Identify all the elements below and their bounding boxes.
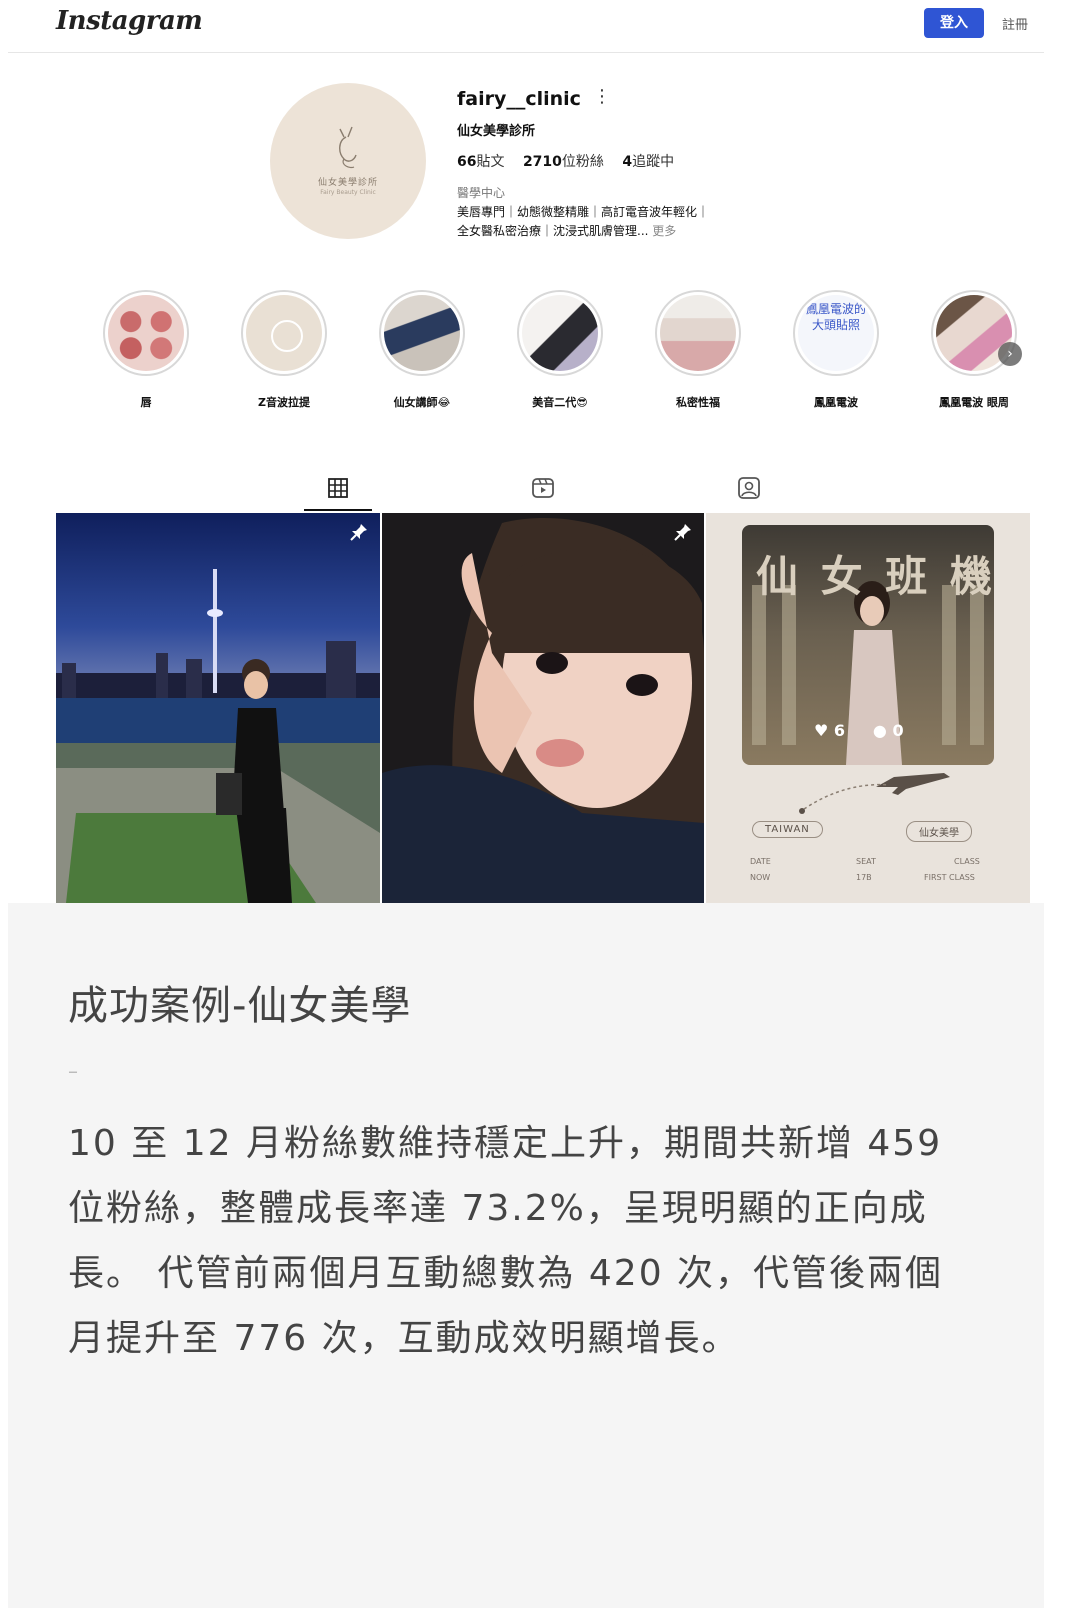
post-tile-macau-tower[interactable] bbox=[56, 513, 380, 903]
avatar-brand-text: 仙女美學診所 bbox=[317, 178, 378, 188]
tab-tagged-icon[interactable] bbox=[736, 475, 762, 501]
bio-line: 美唇專門｜幼態微整精雕｜高訂電音波年輕化｜ bbox=[457, 205, 710, 219]
highlight-cover bbox=[246, 295, 322, 371]
title-divider: – bbox=[68, 1059, 78, 1083]
highlight-sonic-gen2[interactable]: 美音二代😎 bbox=[490, 290, 630, 410]
pin-icon bbox=[350, 524, 367, 541]
highlight-cover bbox=[522, 295, 598, 371]
bio-more-link[interactable]: 更多 bbox=[652, 224, 676, 238]
tab-reels-icon[interactable] bbox=[530, 475, 556, 501]
highlight-label: 美音二代😎 bbox=[532, 396, 588, 409]
highlight-cover bbox=[660, 295, 736, 371]
ticket-title: 仙 女 班 機 bbox=[756, 552, 994, 601]
avatar-brand-subtext: Fairy Beauty Clinic bbox=[320, 189, 376, 196]
bio-line: 全女醫私密治療｜沈浸式肌膚管理... 更多 bbox=[457, 224, 677, 238]
instagram-logo[interactable]: Instagram bbox=[56, 6, 203, 36]
highlight-z-sonic[interactable]: Z音波拉提 bbox=[214, 290, 354, 410]
tab-posts-grid-icon[interactable] bbox=[325, 475, 351, 501]
profile-username: fairy__clinic bbox=[457, 88, 581, 110]
profile-category: 醫學中心 bbox=[457, 186, 506, 200]
chevron-right-icon[interactable]: › bbox=[998, 342, 1022, 366]
highlight-cover: 鳳凰電波的大頭貼照 bbox=[798, 295, 874, 371]
highlight-cover bbox=[108, 295, 184, 371]
highlight-cover bbox=[384, 295, 460, 371]
pin-icon bbox=[674, 524, 691, 541]
highlight-intimate[interactable]: 私密性福 bbox=[628, 290, 768, 410]
profile-bio: 美唇專門｜幼態微整精雕｜高訂電音波年輕化｜ 全女醫私密治療｜沈浸式肌膚管理...… bbox=[457, 203, 817, 241]
highlight-cover-text: 鳳凰電波的大頭貼照 bbox=[805, 302, 866, 332]
case-study-body: 10 至 12 月粉絲數維持穩定上升，期間共新增 459 位粉絲，整體成長率達 … bbox=[68, 1123, 944, 1359]
post-tile-portrait[interactable] bbox=[382, 513, 704, 903]
active-tab-indicator bbox=[304, 509, 372, 511]
highlight-label: 鳳凰電波 眼周 bbox=[939, 396, 1009, 409]
highlight-instructor[interactable]: 仙女講師😂 bbox=[352, 290, 492, 410]
ticket-photo: 仙 女 班 機 ♥ 6 ● 0 bbox=[742, 525, 994, 765]
highlight-lips[interactable]: 唇 bbox=[76, 290, 216, 410]
highlight-label: 私密性福 bbox=[676, 396, 720, 409]
highlight-label: 仙女講師😂 bbox=[393, 396, 451, 409]
highlight-label: 唇 bbox=[140, 396, 152, 409]
following-stat[interactable]: 4追蹤中 bbox=[622, 154, 674, 170]
post-tile-fairy-flight[interactable]: 仙 女 班 機 ♥ 6 ● 0 TAIWAN 仙女美學 DATE NOW SEA… bbox=[706, 513, 1030, 903]
case-study-title: 成功案例-仙女美學 bbox=[68, 983, 412, 1029]
ticket-to: 仙女美學 bbox=[906, 821, 972, 842]
comments-count: 0 bbox=[892, 721, 904, 740]
comment-icon: ● bbox=[872, 721, 887, 740]
profile-avatar[interactable]: 仙女美學診所 Fairy Beauty Clinic bbox=[270, 83, 426, 239]
profile-stats: 66貼文 2710位粉絲 4追蹤中 bbox=[457, 151, 688, 171]
followers-stat[interactable]: 2710位粉絲 bbox=[523, 154, 604, 170]
case-study-caption: 成功案例-仙女美學 – 10 至 12 月粉絲數維持穩定上升，期間共新增 459… bbox=[8, 903, 1044, 1608]
posts-stat[interactable]: 66貼文 bbox=[457, 154, 504, 170]
post-image-portrait bbox=[382, 513, 704, 903]
likes-count: 6 bbox=[833, 721, 846, 740]
profile-display-name: 仙女美學診所 bbox=[457, 124, 536, 139]
login-button[interactable]: 登入 bbox=[924, 8, 984, 38]
post-image-night-skyline bbox=[56, 513, 380, 903]
highlight-phoenix-eyes[interactable]: 鳳凰電波 眼周 bbox=[904, 290, 1044, 410]
highlight-phoenix-rf[interactable]: 鳳凰電波的大頭貼照 鳳凰電波 bbox=[766, 290, 906, 410]
fairy-sketch-icon bbox=[339, 126, 357, 169]
airplane-icon bbox=[799, 773, 950, 814]
ticket-from: TAIWAN bbox=[752, 821, 823, 838]
highlight-label: 鳳凰電波 bbox=[814, 396, 858, 409]
more-options-icon[interactable]: ⋮ bbox=[593, 86, 611, 107]
heart-icon: ♥ bbox=[814, 721, 829, 740]
signup-link[interactable]: 註冊 bbox=[1002, 14, 1028, 33]
instagram-header: Instagram 登入 註冊 bbox=[8, 0, 1044, 53]
post-hover-stats: ♥ 6 ● 0 bbox=[814, 721, 904, 740]
highlight-label: Z音波拉提 bbox=[258, 396, 310, 409]
